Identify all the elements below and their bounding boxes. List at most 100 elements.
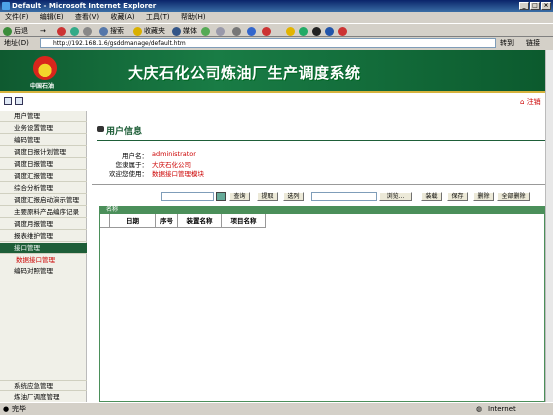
menu-favorites[interactable]: 收藏(A)	[110, 13, 134, 21]
history-icon	[201, 26, 210, 36]
date-input[interactable]	[161, 192, 214, 201]
links-button[interactable]: 链接	[526, 37, 540, 49]
go-button[interactable]: 转到	[500, 37, 514, 49]
section-divider	[92, 184, 545, 185]
grid-header-bar	[99, 206, 545, 213]
page-content: 中国石油 大庆石化公司炼油厂生产调度系统 ⌂ 注销 用户管理 业务设置管理 编码…	[0, 50, 545, 403]
messenger-icon	[286, 26, 295, 36]
refresh-button[interactable]	[70, 25, 79, 37]
module-label: 欢迎您使用：	[109, 170, 148, 178]
sidebar-item-demo[interactable]: 调度汇报启动演示管理	[0, 195, 87, 206]
logout-icon: ⌂	[520, 98, 525, 106]
sidebar-item-analysis[interactable]: 综合分析管理	[0, 183, 87, 194]
collapse-icon[interactable]	[4, 97, 12, 105]
mail-icon	[216, 26, 225, 36]
grid-col-unit-name[interactable]: 装置名称	[178, 214, 222, 228]
delete-all-button[interactable]: 全部删除	[497, 192, 530, 201]
window-title: Default - Microsoft Internet Explorer	[12, 2, 157, 10]
forward-button[interactable]: →	[40, 25, 46, 37]
grid-col-item-name[interactable]: 项目名称	[222, 214, 266, 228]
stop-icon	[57, 26, 66, 36]
sidebar-item-business[interactable]: 业务设置管理	[0, 123, 87, 134]
expand-icon[interactable]	[15, 97, 23, 105]
extension-icon	[325, 26, 334, 36]
media-button[interactable]: 媒体	[172, 25, 197, 37]
sidebar-item-codes[interactable]: 编码管理	[0, 135, 87, 146]
username-value: administrator	[152, 150, 196, 158]
close-button[interactable]: ×	[541, 2, 551, 10]
petrochina-logo-icon	[33, 56, 57, 80]
maximize-button[interactable]: □	[530, 2, 540, 10]
search-button[interactable]: 搜索	[99, 25, 124, 37]
extension-button[interactable]	[325, 25, 334, 37]
user-info-icon	[97, 126, 104, 132]
status-done-icon: ●	[3, 405, 10, 413]
qq-button[interactable]	[312, 25, 321, 37]
module-value: 数据接口管理模块	[152, 170, 204, 178]
grid-col-date[interactable]: 日期	[110, 214, 156, 228]
sidebar-item-daily-plan[interactable]: 调度日报计划管理	[0, 147, 87, 158]
back-button[interactable]: 后退	[3, 25, 28, 37]
sidebar-item-interface[interactable]: 接口管理	[0, 243, 87, 254]
file-path-input[interactable]	[311, 192, 377, 201]
favorites-button[interactable]: 收藏夹	[133, 25, 165, 37]
sidebar-item-report-summary[interactable]: 调度汇报管理	[0, 171, 87, 182]
discuss-icon	[262, 26, 271, 36]
qq-icon	[312, 26, 321, 36]
history-button[interactable]	[201, 25, 210, 37]
system-title: 大庆石化公司炼油厂生产调度系统	[128, 64, 361, 82]
refresh-icon	[70, 26, 79, 36]
sidebar-item-materials[interactable]: 主要原料产品编序记录	[0, 207, 87, 218]
stop-button[interactable]	[57, 25, 66, 37]
save-button[interactable]: 保存	[447, 192, 468, 201]
sidebar-item-daily-report[interactable]: 调度日报管理	[0, 159, 87, 170]
menu-tools[interactable]: 工具(T)	[146, 13, 170, 21]
data-grid: 日期 序号 装置名称 项目名称	[99, 213, 545, 402]
sidebar-subitem-data-interface[interactable]: 数据接口管理	[0, 255, 87, 266]
load-button[interactable]: 装载	[421, 192, 442, 201]
ie-icon	[2, 2, 10, 10]
toolbar-extra-button[interactable]	[338, 25, 347, 37]
mail-button[interactable]	[216, 25, 225, 37]
address-input[interactable]: http://192.168.1.6/gsddmanage/default.ht…	[40, 38, 496, 48]
logo-text: 中国石油	[30, 83, 55, 90]
address-label: 地址(D)	[4, 39, 29, 47]
extract-button[interactable]: 提取	[257, 192, 278, 201]
logout-link[interactable]: ⌂ 注销	[520, 97, 541, 107]
query-button[interactable]: 查询	[229, 192, 250, 201]
edit-button[interactable]	[247, 25, 256, 37]
minimize-button[interactable]: _	[519, 2, 529, 10]
sidebar-item-report-maint[interactable]: 报表维护管理	[0, 231, 87, 242]
toolbar-extra-icon	[338, 26, 347, 36]
browse-button[interactable]: 浏览...	[379, 192, 412, 201]
sidebar-item-emergency[interactable]: 系统应急管理	[0, 380, 87, 391]
search-icon	[99, 26, 108, 36]
menu-help[interactable]: 帮助(H)	[181, 13, 206, 21]
status-text: 完毕	[12, 405, 26, 413]
zone-text: Internet	[488, 405, 516, 413]
messenger-button[interactable]	[286, 25, 295, 37]
main-panel: 用户信息 用户名： administrator 您隶属于： 大庆石化公司 欢迎您…	[92, 111, 545, 402]
sidebar-subitem-code-mapping[interactable]: 编码对照管理	[0, 266, 87, 277]
home-button[interactable]	[83, 25, 92, 37]
menu-view[interactable]: 查看(V)	[75, 13, 99, 21]
delete-button[interactable]: 删除	[473, 192, 494, 201]
select-columns-button[interactable]: 选列	[283, 192, 304, 201]
grid-tab[interactable]: 名称	[103, 206, 133, 213]
grid-col-seq[interactable]: 序号	[156, 214, 178, 228]
sidebar-item-monthly[interactable]: 调度月报管理	[0, 219, 87, 230]
forward-arrow-icon: →	[40, 27, 46, 35]
page-scrollbar[interactable]	[545, 50, 553, 402]
calendar-icon[interactable]	[216, 192, 226, 201]
research-button[interactable]	[299, 25, 308, 37]
window-titlebar: Default - Microsoft Internet Explorer _ …	[0, 0, 553, 12]
sidebar-item-users[interactable]: 用户管理	[0, 111, 87, 122]
header-strip: ⌂ 注销	[0, 95, 545, 108]
menu-file[interactable]: 文件(F)	[5, 13, 29, 21]
menu-edit[interactable]: 编辑(E)	[40, 13, 64, 21]
media-icon	[172, 26, 181, 36]
print-button[interactable]	[232, 25, 241, 37]
user-info-title: 用户信息	[106, 127, 143, 137]
title-underline	[97, 140, 545, 141]
discuss-button[interactable]	[262, 25, 271, 37]
